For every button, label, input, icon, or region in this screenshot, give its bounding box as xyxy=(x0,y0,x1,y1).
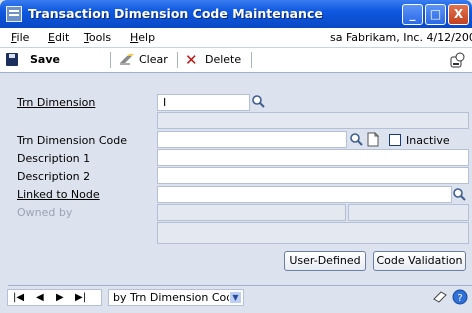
title-bar[interactable]: Transaction Dimension Code Maintenance _… xyxy=(0,0,472,28)
clear-icon[interactable] xyxy=(120,54,134,65)
help-icon[interactable] xyxy=(449,51,467,69)
maximize-button[interactable]: □ xyxy=(425,4,446,25)
delete-button[interactable]: Delete xyxy=(205,53,241,66)
note-icon[interactable] xyxy=(432,289,448,305)
toolbar-separator xyxy=(110,52,111,68)
chevron-down-icon[interactable]: ▼ xyxy=(229,291,242,304)
menu-edit[interactable]: Edit xyxy=(48,31,69,44)
save-icon[interactable] xyxy=(6,53,18,66)
owned-by-label: Owned by xyxy=(17,206,73,219)
company-info: sa Fabrikam, Inc. 4/12/2007 xyxy=(330,31,472,44)
trn-dimension-label[interactable]: Trn Dimension xyxy=(17,96,95,109)
trn-dimension-code-field[interactable] xyxy=(157,131,347,148)
description1-field[interactable] xyxy=(157,149,469,166)
last-record-icon[interactable]: ▶| xyxy=(75,290,86,305)
toolbar-separator xyxy=(177,52,178,68)
next-record-icon[interactable]: ▶ xyxy=(56,290,64,305)
save-button[interactable]: Save xyxy=(30,53,60,66)
linked-to-node-field[interactable] xyxy=(157,186,452,203)
description2-field[interactable] xyxy=(157,167,469,184)
code-validation-button[interactable]: Code Validation xyxy=(373,251,466,271)
owned-by-field xyxy=(157,204,346,221)
trn-dimension-field[interactable]: I xyxy=(157,94,250,111)
notes-area xyxy=(157,222,469,244)
previous-record-icon[interactable]: ◀ xyxy=(36,290,44,305)
svg-text:?: ? xyxy=(457,293,462,304)
new-document-icon[interactable] xyxy=(366,132,380,147)
delete-icon[interactable]: ✕ xyxy=(185,51,198,69)
inactive-checkbox[interactable] xyxy=(389,134,401,146)
first-record-icon[interactable]: |◀ xyxy=(13,290,24,305)
menu-help[interactable]: Help xyxy=(130,31,155,44)
trn-dimension-code-label: Trn Dimension Code xyxy=(17,134,128,147)
inactive-label: Inactive xyxy=(406,134,450,147)
help-circle-icon[interactable]: ? xyxy=(452,289,468,305)
description1-label: Description 1 xyxy=(17,152,91,165)
clear-button[interactable]: Clear xyxy=(139,53,168,66)
menu-tools[interactable]: Tools xyxy=(84,31,111,44)
description2-label: Description 2 xyxy=(17,170,91,183)
window-title: Transaction Dimension Code Maintenance xyxy=(28,6,323,21)
lookup-icon[interactable] xyxy=(251,94,266,109)
lookup-icon[interactable] xyxy=(349,132,364,147)
trn-dimension-description-field xyxy=(157,112,469,129)
sort-order-select[interactable]: by Trn Dimension Code ▼ xyxy=(108,289,244,306)
toolbar: Save Clear ✕ Delete xyxy=(0,48,472,73)
app-icon xyxy=(6,6,22,22)
toolbar-separator xyxy=(251,52,252,68)
menu-bar: File Edit Tools Help sa Fabrikam, Inc. 4… xyxy=(0,28,472,48)
user-defined-button[interactable]: User-Defined xyxy=(284,251,366,271)
owned-by-secondary-field xyxy=(348,204,469,221)
record-navigator: |◀ ◀ ▶ ▶| xyxy=(7,289,102,306)
window: Transaction Dimension Code Maintenance _… xyxy=(0,0,472,313)
linked-to-node-label[interactable]: Linked to Node xyxy=(17,188,100,201)
close-button[interactable]: X xyxy=(448,4,469,25)
lookup-icon[interactable] xyxy=(452,187,467,202)
minimize-button[interactable]: _ xyxy=(402,4,423,25)
sort-order-value: by Trn Dimension Code xyxy=(113,291,241,304)
menu-file[interactable]: File xyxy=(11,31,29,44)
